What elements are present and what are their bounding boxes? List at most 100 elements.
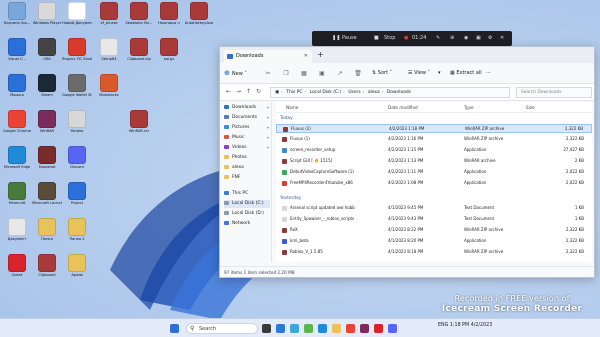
desktop-icon[interactable]: Мышка: [2, 74, 32, 97]
desktop-icon[interactable]: WinRAR.rar: [124, 110, 154, 133]
rename-icon[interactable]: ▣: [318, 69, 326, 78]
breadcrumb-item[interactable]: Local Disk (C:): [310, 90, 342, 95]
desktop-icon[interactable]: Google Chrome: [2, 110, 32, 133]
desktop-icon[interactable]: Папка: [32, 218, 62, 241]
nav-item[interactable]: alexa: [224, 164, 270, 172]
desktop-icon[interactable]: Project: [62, 182, 92, 205]
nav-item[interactable]: Documents ⌖: [224, 114, 270, 122]
stop-button[interactable]: Stop: [384, 31, 395, 46]
desktop-icon[interactable]: Clipboard: [32, 254, 62, 277]
group-header-yesterday[interactable]: Yesterday: [280, 194, 301, 203]
tab-downloads[interactable]: Downloads ✕: [224, 50, 312, 63]
file-row[interactable]: ReX 4/1/2023 8:22 PM WinRAR ZIP archive 2,3…: [276, 226, 592, 235]
file-row[interactable]: Arsenal script updated owl hobb 4/1/2023 …: [276, 204, 592, 213]
file-row[interactable]: FreeMP4Recorder4Youtube_x86 4/2/2023 1:08…: [276, 179, 592, 188]
nav-item[interactable]: This PC: [224, 190, 270, 198]
nav-item[interactable]: Videos ⌖: [224, 144, 270, 152]
filter-icon[interactable]: ▾: [438, 69, 441, 78]
pause-button[interactable]: Pause: [342, 31, 357, 46]
desktop-icon[interactable]: Документ: [2, 218, 32, 241]
taskbar-app-icon[interactable]: [304, 324, 313, 333]
column-name[interactable]: Name: [286, 102, 298, 113]
column-type[interactable]: Type: [464, 102, 474, 113]
desktop-icon[interactable]: Яндекс ПС Studio: [62, 38, 92, 61]
microphone-icon[interactable]: ▣: [476, 31, 481, 46]
pause-icon[interactable]: ❚❚: [332, 31, 340, 46]
desktop-icon[interactable]: Ножницы n: [154, 2, 184, 25]
stop-icon[interactable]: ■: [374, 31, 379, 46]
taskbar-search[interactable]: ⚲ Search: [186, 323, 258, 334]
search-input[interactable]: Search Downloads: [516, 87, 592, 98]
more-options-icon[interactable]: ⋯: [486, 69, 491, 78]
desktop-icon[interactable]: Папка 2: [62, 218, 92, 241]
system-tray[interactable]: ENG 1:18 PM 4/2/2023: [438, 323, 492, 328]
group-header-today[interactable]: Today: [280, 114, 293, 123]
desktop-icon[interactable]: Windows Player: [32, 2, 62, 25]
file-row[interactable]: Script GUI [ 🔥 1515] 4/2/2023 1:13 PM WinR…: [276, 157, 592, 166]
desktop-icon[interactable]: Steam: [32, 74, 62, 97]
desktop-icon[interactable]: AutoHotkey.Ava: [184, 2, 214, 25]
zoom-icon[interactable]: ⊕: [450, 31, 454, 46]
file-row[interactable]: screen_recorder_setup 4/2/2023 1:15 PM App…: [276, 146, 592, 155]
file-row[interactable]: Entity_Spawner_-_roblox_scripts 4/1/2023 …: [276, 215, 592, 224]
nav-item[interactable]: Network: [224, 220, 270, 228]
desktop-icon[interactable]: ef_all.exe: [94, 2, 124, 25]
column-date[interactable]: Date modified: [388, 102, 418, 113]
desktop-icon[interactable]: Clipboard.zip: [124, 38, 154, 61]
taskbar-app-icon[interactable]: [388, 324, 397, 333]
breadcrumb[interactable]: ▣ › This PC › Local Disk (C:) › Users › alex…: [270, 87, 510, 98]
start-button[interactable]: [170, 324, 179, 333]
new-tab-button[interactable]: +: [317, 50, 324, 59]
extract-all-button[interactable]: ▦ Extract all: [450, 69, 482, 78]
draw-icon[interactable]: ✎: [436, 31, 440, 46]
desktop-icon[interactable]: Visual C...: [2, 38, 32, 61]
breadcrumb-item[interactable]: Users: [348, 90, 360, 95]
sort-button[interactable]: ⇅ Sort ˅: [372, 69, 392, 78]
nav-item[interactable]: Local Disk (C:): [224, 200, 270, 208]
taskbar-app-icon[interactable]: [360, 324, 369, 333]
nav-item[interactable]: Photos: [224, 154, 270, 162]
breadcrumb-item[interactable]: alexa: [368, 90, 380, 95]
desktop-icon[interactable]: Microsoft Edge: [2, 146, 32, 169]
taskbar-app-icon[interactable]: [374, 324, 383, 333]
nav-item[interactable]: Downloads ⌖: [224, 104, 270, 112]
up-arrow-icon[interactable]: ↑: [246, 88, 251, 95]
desktop-icon[interactable]: Snapshot: [32, 146, 62, 169]
camera-icon[interactable]: ◉: [464, 31, 468, 46]
close-icon[interactable]: ✕: [500, 31, 504, 46]
new-button[interactable]: ⊕ New ˅: [224, 69, 250, 78]
taskbar-app-icon[interactable]: [290, 324, 299, 333]
taskbar-app-icon[interactable]: [262, 324, 271, 333]
file-row[interactable]: Fluxus (2) 4/2/2023 1:18 PM WinRAR ZIP arc…: [276, 124, 592, 133]
taskbar-app-icon[interactable]: [318, 324, 327, 333]
breadcrumb-item[interactable]: Downloads: [387, 90, 411, 95]
taskbar-app-icon[interactable]: [276, 324, 285, 333]
nav-item[interactable]: Local Disk (D:): [224, 210, 270, 218]
desktop-icon[interactable]: OBS: [32, 38, 62, 61]
cut-icon[interactable]: ✂: [264, 69, 272, 78]
desktop-icon[interactable]: Minecraft: [2, 182, 32, 205]
desktop-icon[interactable]: Seaskalla Ski...: [124, 2, 154, 25]
desktop-icon[interactable]: Discord: [62, 146, 92, 169]
close-tab-icon[interactable]: ✕: [304, 50, 308, 63]
settings-icon[interactable]: ⚙: [488, 31, 492, 46]
file-row[interactable]: Roblox_V_1.5.85 4/1/2023 8:18 PM WinRAR ZI…: [276, 248, 592, 257]
desktop-icon[interactable]: Архив: [62, 254, 92, 277]
desktop-icon[interactable]: WinRAR: [32, 110, 62, 133]
taskbar-app-icon[interactable]: [332, 324, 341, 333]
column-size[interactable]: Size: [526, 102, 535, 113]
forward-arrow-icon[interactable]: →: [236, 88, 241, 95]
nav-item[interactable]: Pictures ⌖: [224, 124, 270, 132]
desktop-icon[interactable]: Новый Документ...: [62, 2, 92, 25]
back-arrow-icon[interactable]: ←: [226, 88, 231, 95]
breadcrumb-item[interactable]: This PC: [286, 90, 302, 95]
share-icon[interactable]: ↗: [336, 69, 344, 78]
delete-icon[interactable]: 🗑: [354, 69, 362, 78]
file-row[interactable]: Fluxus (1) 4/2/2023 1:16 PM WinRAR ZIP arc…: [276, 135, 592, 144]
desktop-icon[interactable]: Opera: [2, 254, 32, 277]
refresh-icon[interactable]: ↻: [256, 88, 261, 95]
desktop-icon[interactable]: Bluestacks: [94, 74, 124, 97]
desktop-icon[interactable]: Google Wallet Studio: [62, 74, 92, 97]
nav-item[interactable]: Music ⌖: [224, 134, 270, 142]
file-row[interactable]: krnl_beta 4/1/2023 8:20 PM Application 2,32…: [276, 237, 592, 246]
